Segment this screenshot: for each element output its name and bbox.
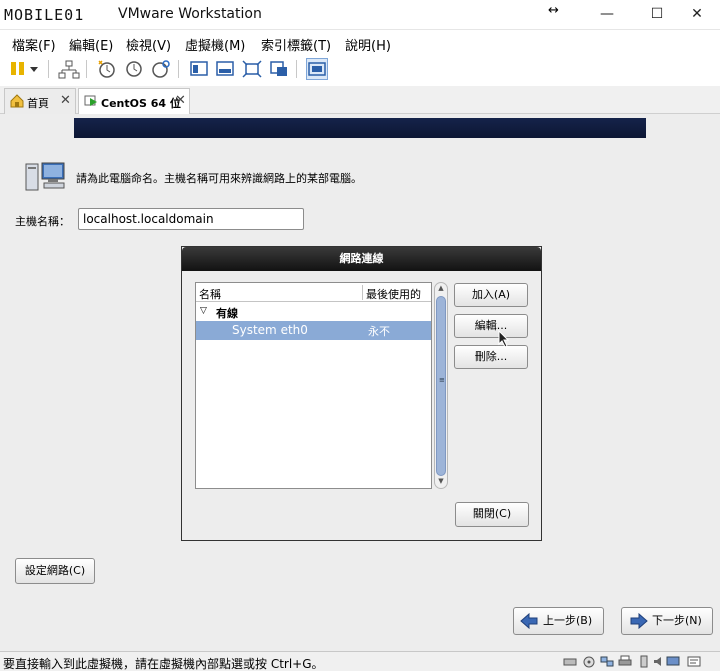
configure-network-button[interactable]: 設定網路(C)	[15, 558, 95, 584]
next-arrow-icon	[630, 613, 648, 629]
display-icon[interactable]	[666, 655, 680, 668]
menu-bar: 檔案(F) 編輯(E) 檢視(V) 虛擬機(M) 索引標籤(T) 說明(H)	[0, 31, 720, 55]
scroll-down-arrow-icon[interactable]: ▼	[435, 477, 447, 485]
title-bar: MOBILE01 VMware Workstation ↔ — ☐ ✕	[0, 0, 720, 30]
network-computers-icon	[24, 161, 68, 193]
message-log-icon[interactable]	[687, 655, 701, 668]
hostname-input[interactable]: localhost.localdomain	[78, 208, 304, 230]
hostname-label: 主機名稱：	[15, 215, 70, 228]
dropdown-icon[interactable]	[28, 58, 40, 80]
tab-centos-close-icon[interactable]: ✕	[175, 93, 186, 108]
menu-tabs[interactable]: 索引標籤(T)	[261, 35, 331, 54]
tab-centos-label: CentOS 64 位	[101, 97, 181, 110]
menu-view[interactable]: 檢視(V)	[126, 35, 171, 54]
toolbar	[0, 55, 720, 83]
unity-icon[interactable]	[214, 58, 236, 80]
close-dialog-button[interactable]: 關閉(C)	[455, 502, 529, 527]
connections-list[interactable]: 名稱 最後使用的 ▽ 有線 System eth0 永不	[195, 282, 432, 489]
toolbar-separator	[48, 60, 49, 78]
intro-text: 請為此電腦命名。主機名稱可用來辨識網路上的某部電腦。	[76, 172, 362, 185]
menu-help[interactable]: 說明(H)	[345, 35, 391, 54]
toolbar-separator	[178, 60, 179, 78]
add-button[interactable]: 加入(A)	[454, 283, 528, 307]
connection-name: System eth0	[232, 323, 308, 337]
menu-vm[interactable]: 虛擬機(M)	[185, 35, 245, 54]
toolbar-separator	[296, 60, 297, 78]
dialog-title: 網路連線	[182, 247, 541, 271]
sound-icon[interactable]	[652, 655, 666, 668]
cd-rom-icon[interactable]	[582, 655, 596, 668]
tab-home[interactable]: 首頁 ✕	[4, 88, 76, 114]
network-icon[interactable]	[58, 58, 80, 80]
usb-icon[interactable]	[637, 655, 651, 668]
pause-icon[interactable]	[8, 58, 30, 80]
scroll-up-arrow-icon[interactable]: ▲	[435, 284, 447, 292]
edit-button[interactable]: 編輯...	[454, 314, 528, 338]
fullscreen-icon[interactable]	[241, 58, 263, 80]
watermark-logo: MOBILE01	[4, 6, 85, 24]
hard-disk-icon[interactable]	[563, 655, 577, 668]
mouse-cursor-icon	[498, 330, 510, 348]
delete-button[interactable]: 刪除...	[454, 345, 528, 369]
tab-home-close-icon[interactable]: ✕	[60, 93, 71, 108]
column-divider	[362, 285, 363, 300]
tab-bar: 首頁 ✕ CentOS 64 位 ✕	[0, 86, 720, 115]
list-header: 名稱 最後使用的	[196, 283, 431, 302]
home-icon	[10, 94, 24, 108]
close-button[interactable]: ✕	[674, 0, 720, 30]
menu-edit[interactable]: 編輯(E)	[69, 35, 113, 54]
back-button-label: 上一步(B)	[543, 614, 593, 627]
menu-file[interactable]: 檔案(F)	[12, 35, 56, 54]
minimize-button[interactable]: —	[584, 0, 630, 30]
list-scrollbar[interactable]: ▲ ≡ ▼	[434, 282, 448, 489]
console-view-icon[interactable]	[188, 58, 210, 80]
toolbar-separator	[86, 60, 87, 78]
network-adapter-icon[interactable]	[600, 655, 614, 668]
thumbnail-icon[interactable]	[306, 58, 328, 80]
status-bar: 要直接輸入到此虛擬機，請在虛擬機內部點選或按 Ctrl+G。	[0, 651, 720, 671]
printer-icon[interactable]	[618, 655, 632, 668]
next-button[interactable]: 下一步(N)	[621, 607, 713, 635]
tab-home-label: 首頁	[27, 97, 49, 110]
group-wired[interactable]: ▽ 有線	[196, 303, 431, 321]
network-connections-dialog: 網路連線 名稱 最後使用的 ▽ 有線 System eth0 永不 ▲ ≡ ▼	[181, 246, 542, 541]
tab-centos[interactable]: CentOS 64 位 ✕	[78, 88, 190, 115]
back-arrow-icon	[520, 613, 538, 629]
stretch-icon[interactable]	[268, 58, 290, 80]
installer-banner	[74, 118, 646, 138]
scroll-grip-icon: ≡	[439, 376, 445, 384]
scroll-thumb[interactable]: ≡	[436, 296, 446, 476]
vm-console[interactable]: 請為此電腦命名。主機名稱可用來辨識網路上的某部電腦。 主機名稱： localho…	[0, 114, 720, 651]
column-header-last-used[interactable]: 最後使用的	[366, 286, 421, 302]
back-button[interactable]: 上一步(B)	[513, 607, 604, 635]
expander-icon[interactable]: ▽	[200, 306, 207, 316]
vm-running-icon	[84, 94, 98, 108]
connection-row-eth0[interactable]: System eth0 永不	[196, 321, 431, 340]
connection-last-used: 永不	[368, 325, 390, 338]
group-wired-label: 有線	[216, 307, 238, 320]
snapshot-manager-icon[interactable]	[150, 58, 172, 80]
snapshot-icon[interactable]	[96, 58, 118, 80]
column-header-name[interactable]: 名稱	[199, 286, 221, 302]
status-message: 要直接輸入到此虛擬機，請在虛擬機內部點選或按 Ctrl+G。	[3, 657, 324, 671]
revert-icon[interactable]	[123, 58, 145, 80]
next-button-label: 下一步(N)	[652, 614, 702, 627]
resize-arrow-icon: ↔	[548, 3, 559, 18]
window-title: VMware Workstation	[118, 6, 262, 22]
